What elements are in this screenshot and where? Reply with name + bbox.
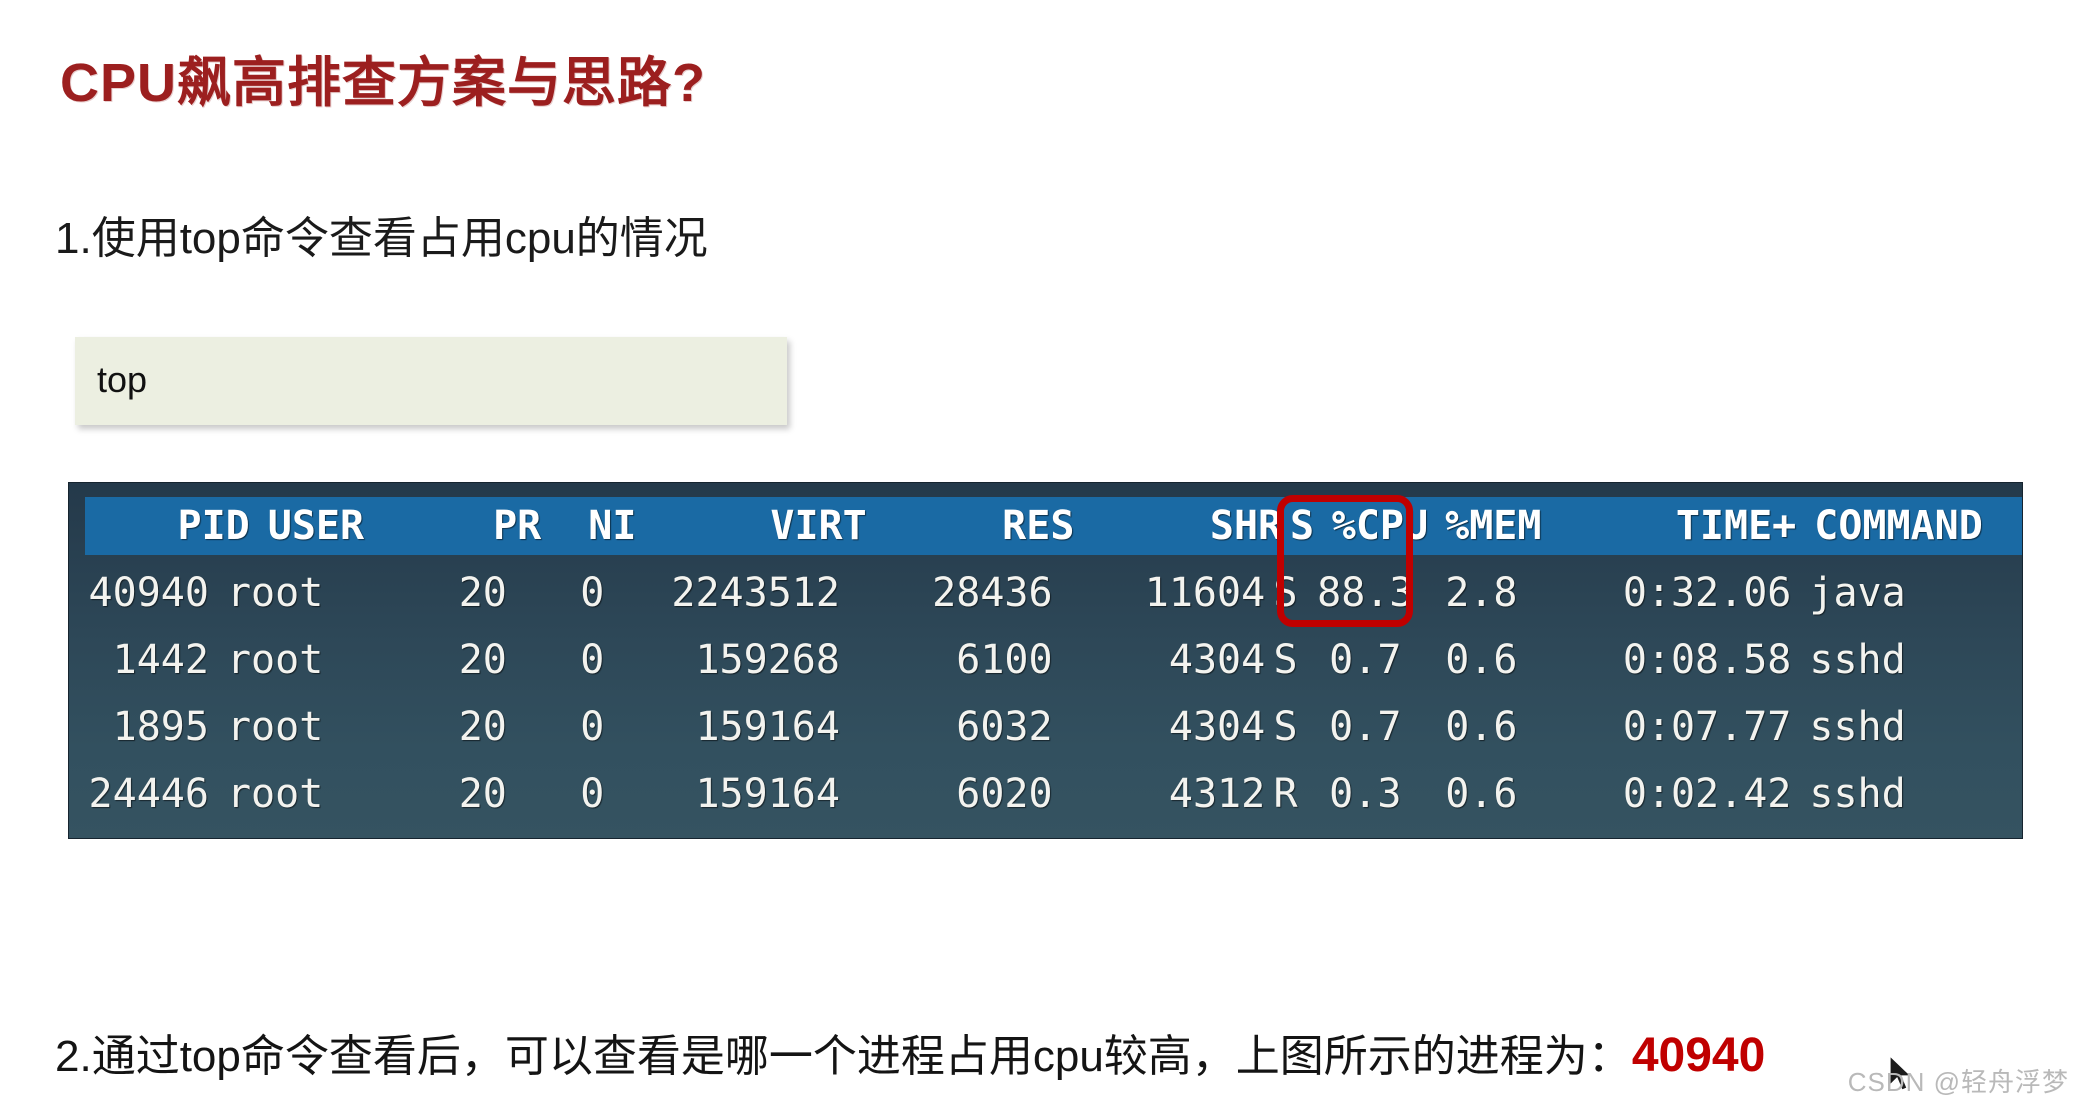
- cell-res: 6032: [956, 703, 1053, 750]
- cell-virt: 159164: [695, 770, 840, 817]
- step-two-prefix: 2.通过top命令查看后，可以查看是哪一个进程占用cpu较高，上图所示的进程为：: [55, 1032, 1632, 1081]
- cell-pr: 20: [458, 569, 507, 616]
- cell-shr: 4304: [1168, 636, 1266, 683]
- cell-pr: 20: [458, 636, 507, 683]
- cell-cpu: 0.7: [1329, 703, 1402, 750]
- csdn-watermark: CSDN @轻舟浮梦: [1847, 1067, 2069, 1097]
- column-header-user: USER: [267, 503, 365, 549]
- cell-time: 0:02.42: [1622, 770, 1792, 817]
- cell-cpu: 0.7: [1329, 636, 1402, 683]
- code-snippet-box: top: [75, 337, 787, 425]
- cell-state: R: [1273, 770, 1298, 817]
- column-header-pr: PR: [493, 503, 542, 549]
- top-command-output: PID USER PR NI VIRT RES SHR S %CPU %MEM …: [68, 482, 2023, 839]
- cell-user: root: [226, 636, 324, 683]
- table-row: 24446 root 20 0 159164 6020 4312 R 0.3 0…: [69, 760, 2022, 827]
- cell-command: sshd: [1809, 703, 1906, 750]
- cell-virt: 159268: [695, 636, 840, 683]
- cell-shr: 4312: [1168, 770, 1266, 817]
- cell-time: 0:07.77: [1622, 703, 1792, 750]
- column-header-time: TIME+: [1675, 503, 1797, 549]
- cell-res: 6020: [956, 770, 1053, 817]
- cell-ni: 0: [580, 569, 605, 616]
- cell-pr: 20: [458, 770, 507, 817]
- cell-user: root: [226, 703, 324, 750]
- cell-pid: 1895: [112, 703, 209, 750]
- column-header-res: RES: [1002, 503, 1075, 549]
- table-row: 1895 root 20 0 159164 6032 4304 S 0.7 0.…: [69, 693, 2022, 760]
- highlighted-pid-value: 40940: [1631, 1029, 1766, 1082]
- cell-cpu: 88.3: [1317, 569, 1414, 616]
- cell-virt: 159164: [695, 703, 840, 750]
- cell-command: sshd: [1809, 636, 1906, 683]
- cell-time: 0:32.06: [1622, 569, 1792, 616]
- cell-state: S: [1273, 636, 1298, 683]
- step-one-text: 1.使用top命令查看占用cpu的情况: [55, 214, 708, 263]
- cell-shr: 11604: [1144, 569, 1266, 616]
- cell-res: 28436: [932, 569, 1053, 616]
- cell-ni: 0: [580, 703, 605, 750]
- cell-res: 6100: [956, 636, 1053, 683]
- cell-state: S: [1273, 703, 1298, 750]
- table-row: 40940 root 20 0 2243512 28436 11604 S 88…: [69, 559, 2022, 626]
- cell-pid: 40940: [88, 569, 209, 616]
- column-header-virt: VIRT: [770, 503, 867, 549]
- cell-mem: 2.8: [1445, 569, 1518, 616]
- page-title: CPU飙高排查方案与思路?: [60, 53, 706, 113]
- step-two-text: 2.通过top命令查看后，可以查看是哪一个进程占用cpu较高，上图所示的进程为：…: [55, 1020, 1765, 1084]
- cell-command: sshd: [1809, 770, 1906, 817]
- table-header-row: PID USER PR NI VIRT RES SHR S %CPU %MEM …: [85, 497, 2022, 555]
- cell-ni: 0: [580, 636, 605, 683]
- column-header-mem: %MEM: [1445, 503, 1542, 549]
- column-header-command: COMMAND: [1814, 503, 1983, 549]
- column-header-state: S: [1289, 503, 1315, 549]
- column-header-shr: SHR: [1209, 503, 1283, 549]
- code-snippet-text: top: [97, 359, 148, 400]
- column-header-cpu: %CPU: [1331, 503, 1429, 549]
- cell-time: 0:08.58: [1622, 636, 1792, 683]
- cell-ni: 0: [580, 770, 605, 817]
- cell-cpu: 0.3: [1329, 770, 1402, 817]
- cell-pr: 20: [458, 703, 507, 750]
- cell-mem: 0.6: [1445, 703, 1518, 750]
- cell-command: java: [1809, 569, 1906, 616]
- cell-user: root: [226, 569, 324, 616]
- column-header-pid: PID: [177, 503, 250, 549]
- column-header-ni: NI: [588, 503, 637, 549]
- cell-state: S: [1273, 569, 1298, 616]
- table-row: 1442 root 20 0 159268 6100 4304 S 0.7 0.…: [69, 626, 2022, 693]
- cell-pid: 1442: [112, 636, 209, 683]
- cell-mem: 0.6: [1445, 636, 1518, 683]
- cell-pid: 24446: [88, 770, 209, 817]
- cell-shr: 4304: [1168, 703, 1266, 750]
- cell-user: root: [226, 770, 324, 817]
- cell-virt: 2243512: [671, 569, 840, 616]
- cell-mem: 0.6: [1445, 770, 1518, 817]
